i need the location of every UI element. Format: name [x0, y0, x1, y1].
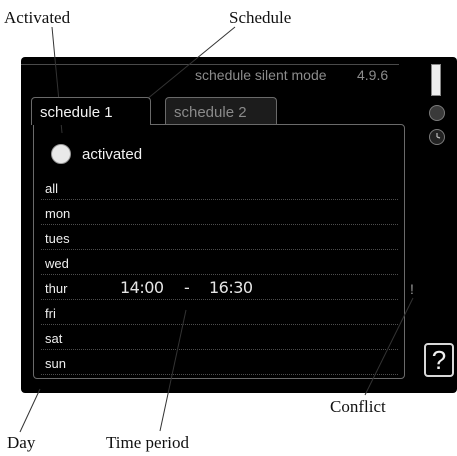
callout-conflict: Conflict [330, 397, 386, 416]
tab-label: schedule 1 [40, 104, 113, 121]
time-end[interactable]: 16:30 [209, 278, 253, 297]
day-row-sun[interactable]: sun [41, 350, 398, 375]
tab-schedule-1[interactable]: schedule 1 [31, 97, 151, 125]
scrollbar-icon[interactable] [431, 64, 441, 96]
day-row-sat[interactable]: sat [41, 325, 398, 350]
display-screen: schedule silent mode 4.9.6 schedule 1 sc… [21, 57, 457, 393]
day-label: thur [45, 281, 68, 296]
day-label: wed [45, 256, 69, 271]
day-label: tues [45, 231, 70, 246]
callout-activated: Activated [4, 8, 71, 27]
help-button[interactable]: ? [424, 343, 454, 377]
day-row-wed[interactable]: wed [41, 250, 398, 275]
day-label: all [45, 181, 59, 196]
day-label: fri [45, 306, 56, 321]
tab-label: schedule 2 [174, 104, 247, 121]
day-row-all[interactable]: all [41, 175, 398, 200]
conflict-icon: ! [410, 281, 414, 297]
day-row-mon[interactable]: mon [41, 200, 398, 225]
time-separator: - [184, 278, 190, 297]
activated-radio[interactable] [51, 144, 71, 164]
activated-label: activated [82, 146, 143, 163]
menu-number: 4.9.6 [357, 67, 389, 83]
tab-schedule-2[interactable]: schedule 2 [165, 97, 277, 125]
day-row-thur[interactable]: thur 14:00 - 16:30 [41, 275, 398, 300]
header-divider [21, 64, 399, 65]
callout-schedule: Schedule [229, 8, 292, 27]
time-start[interactable]: 14:00 [120, 278, 164, 297]
menu-title: schedule silent mode [195, 67, 327, 83]
day-row-tues[interactable]: tues [41, 225, 398, 250]
callout-day: Day [7, 433, 36, 452]
day-label: sun [45, 356, 66, 371]
day-label: sat [45, 331, 63, 346]
info-icon [429, 105, 445, 121]
clock-icon [429, 129, 445, 145]
callout-time-period: Time period [106, 433, 189, 452]
day-label: mon [45, 206, 71, 221]
day-row-fri[interactable]: fri [41, 300, 398, 325]
